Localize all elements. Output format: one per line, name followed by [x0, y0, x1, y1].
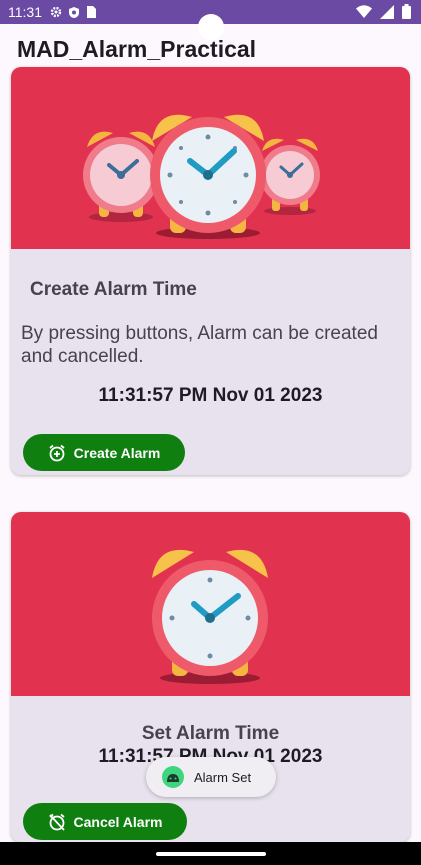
- android-icon: [162, 766, 184, 788]
- left-alarm-clock: [83, 131, 159, 222]
- create-alarm-card: Create Alarm Time By pressing buttons, A…: [11, 67, 410, 475]
- app-title: MAD_Alarm_Practical: [17, 36, 257, 62]
- set-alarm-heading: Set Alarm Time: [141, 723, 280, 744]
- toast: Alarm Set: [146, 757, 276, 797]
- alarm-add-icon: [49, 444, 65, 461]
- cancel-alarm-button[interactable]: Cancel Alarm: [23, 803, 187, 840]
- create-alarm-heading: Create Alarm Time: [30, 279, 197, 300]
- settings-icon: [50, 6, 62, 18]
- status-icons: [50, 6, 96, 19]
- wifi-icon: [356, 5, 372, 18]
- alarm-off-icon: [48, 813, 65, 831]
- center-alarm-clock: [150, 114, 266, 239]
- status-time: 11:31: [8, 4, 42, 20]
- create-alarm-button-label: Create Alarm: [73, 444, 161, 461]
- cancel-alarm-button-label: Cancel Alarm: [73, 813, 163, 830]
- sim-card-icon: [87, 6, 96, 18]
- alarm-clocks-image: [11, 67, 410, 249]
- create-alarm-datetime: 11:31:57 PM Nov 01 2023: [98, 385, 323, 406]
- toast-message: Alarm Set: [194, 769, 252, 785]
- right-alarm-clock: [260, 138, 320, 215]
- alarm-clock-image: [11, 512, 410, 696]
- create-alarm-button[interactable]: Create Alarm: [23, 434, 185, 471]
- status-right-icons: [356, 4, 411, 19]
- navigation-bar: [0, 842, 421, 865]
- single-alarm-clock: [152, 549, 268, 684]
- signal-icon: [380, 4, 394, 19]
- shield-icon: [69, 6, 79, 18]
- create-alarm-description: By pressing buttons, Alarm can be create…: [21, 323, 378, 367]
- battery-icon: [402, 4, 411, 19]
- gesture-handle[interactable]: [156, 852, 266, 856]
